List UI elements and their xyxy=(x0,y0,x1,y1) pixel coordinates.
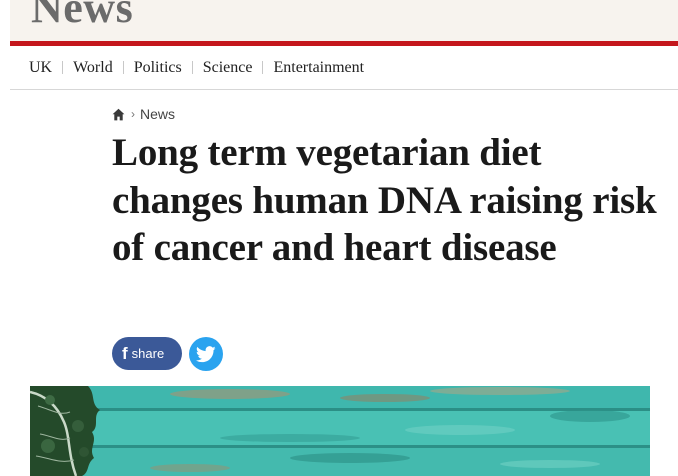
facebook-icon: f xyxy=(122,344,128,363)
article-page: News UK World Politics Science Entertain… xyxy=(0,0,678,476)
nav-item-uk[interactable]: UK xyxy=(29,59,52,77)
nav-item-science[interactable]: Science xyxy=(203,59,253,77)
breadcrumb: › News xyxy=(112,105,175,123)
article-headline: Long term vegetarian diet changes human … xyxy=(112,131,657,269)
hero-photo xyxy=(30,386,650,476)
breadcrumb-separator: › xyxy=(131,107,135,121)
nav-separator xyxy=(191,61,193,74)
nav-separator xyxy=(262,61,264,74)
home-icon[interactable] xyxy=(112,108,125,121)
nav-item-world[interactable]: World xyxy=(73,59,113,77)
masthead: News xyxy=(10,0,678,41)
article-hero-image xyxy=(30,386,650,476)
facebook-share-label: share xyxy=(131,346,165,361)
section-nav: UK World Politics Science Entertainment xyxy=(10,46,678,90)
nav-item-politics[interactable]: Politics xyxy=(134,59,182,77)
nav-item-entertainment[interactable]: Entertainment xyxy=(273,59,364,77)
twitter-icon xyxy=(196,345,216,362)
breadcrumb-news-link[interactable]: News xyxy=(140,106,175,122)
nav-separator xyxy=(62,61,64,74)
twitter-share-button[interactable] xyxy=(189,337,223,371)
facebook-share-button[interactable]: f share xyxy=(112,337,182,370)
nav-separator xyxy=(122,61,124,74)
masthead-title[interactable]: News xyxy=(31,0,133,30)
